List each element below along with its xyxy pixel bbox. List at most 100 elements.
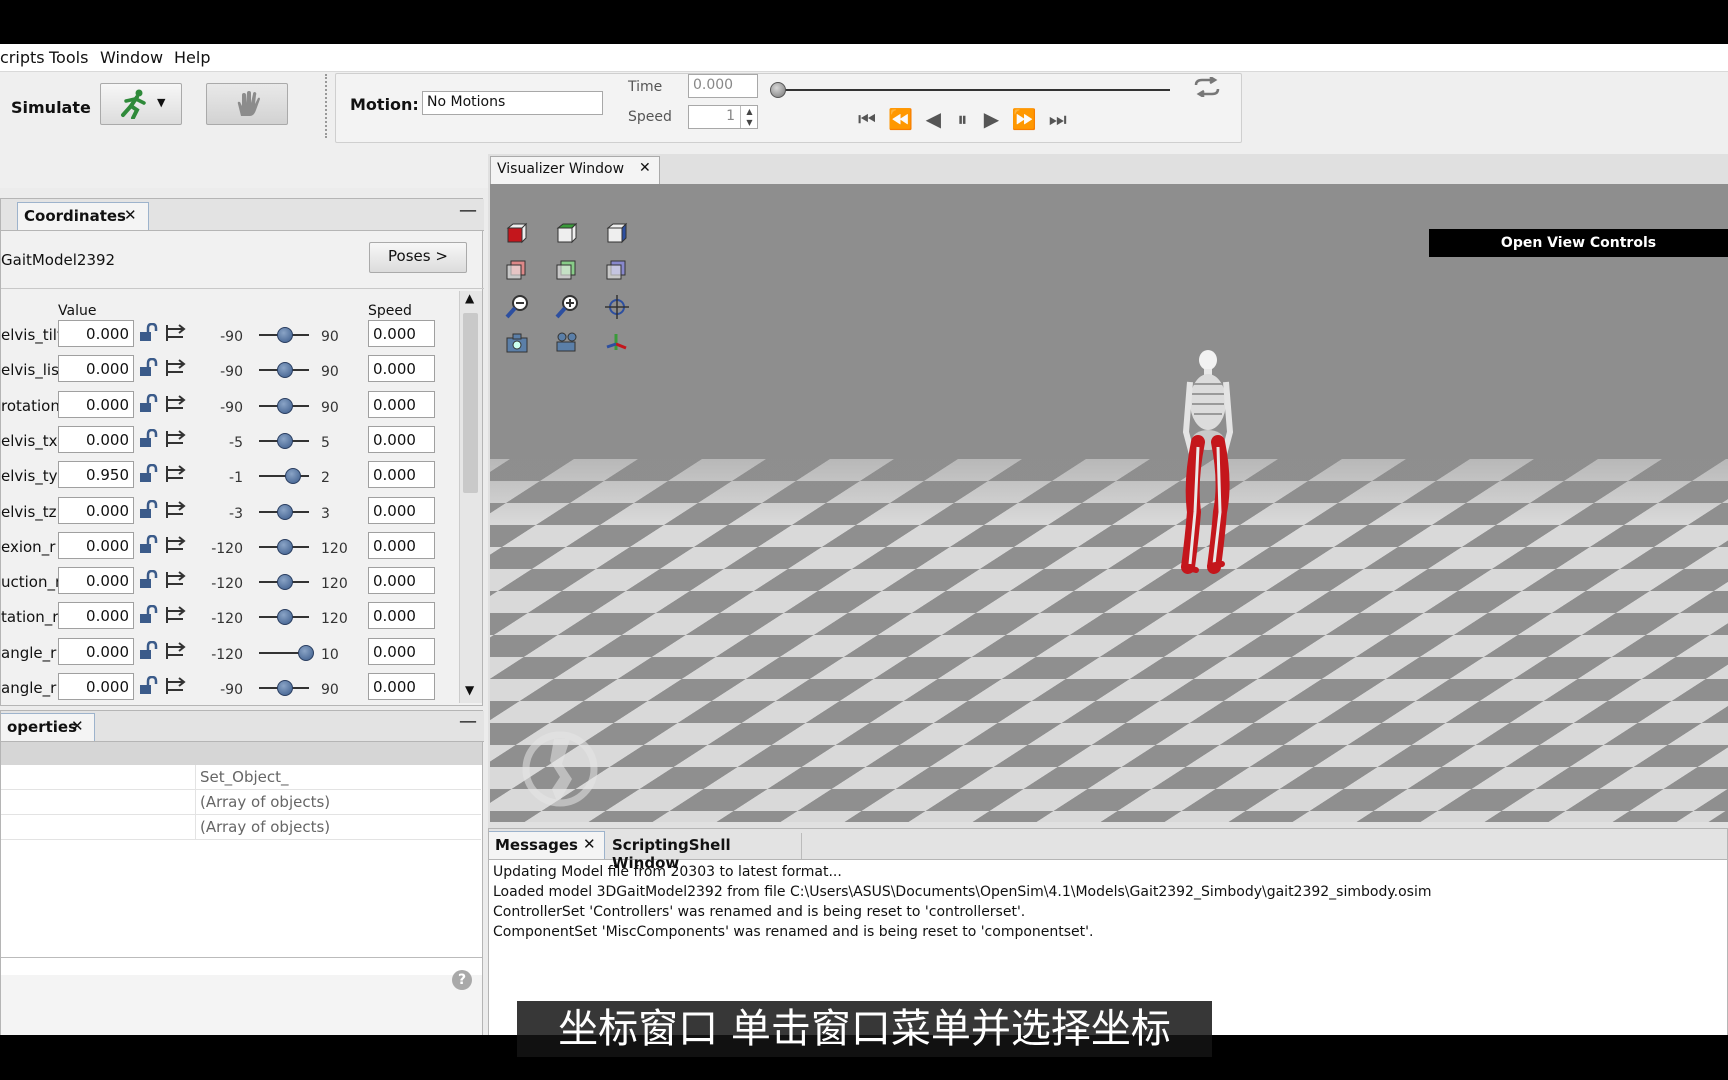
coordinate-speed-field[interactable]: 0.000: [368, 425, 435, 453]
coordinate-speed-field[interactable]: 0.000: [368, 355, 435, 383]
axes-icon[interactable]: [604, 330, 628, 354]
front-view-icon[interactable]: [504, 222, 528, 246]
play-icon[interactable]: ▶: [984, 107, 999, 131]
coordinate-speed-field[interactable]: 0.000: [368, 567, 435, 595]
motion-select[interactable]: No Motions: [422, 91, 603, 115]
tab-visualizer[interactable]: Visualizer Window ✕: [490, 156, 660, 184]
coordinate-speed-field[interactable]: 0.000: [368, 390, 435, 418]
coordinate-speed-field[interactable]: 0.000: [368, 320, 435, 347]
coordinate-value-field[interactable]: 0.000: [58, 567, 134, 595]
clamp-icon[interactable]: [163, 641, 189, 661]
lock-icon[interactable]: [138, 605, 160, 625]
clamp-icon[interactable]: [163, 429, 189, 449]
coordinate-speed-field[interactable]: 0.000: [368, 531, 435, 559]
top-view-icon[interactable]: [554, 222, 578, 246]
pause-icon[interactable]: ⏸: [957, 107, 967, 131]
tab-scripting-shell[interactable]: ScriptingShell Window: [606, 833, 802, 872]
back-view-icon[interactable]: [504, 258, 528, 282]
menu-window[interactable]: Window: [100, 48, 163, 67]
spinner-arrows-icon[interactable]: ▲ ▼: [740, 106, 758, 128]
lock-icon[interactable]: [138, 570, 160, 590]
slider-knob[interactable]: [277, 362, 293, 379]
coordinate-value-field[interactable]: 0.000: [58, 320, 134, 347]
coordinate-value-field[interactable]: 0.000: [58, 602, 134, 630]
lock-icon[interactable]: [138, 323, 160, 343]
slider-knob[interactable]: [277, 609, 293, 626]
close-icon[interactable]: ✕: [583, 835, 596, 853]
slider-knob[interactable]: [277, 574, 293, 591]
play-reverse-icon[interactable]: ◀: [926, 107, 941, 131]
lock-icon[interactable]: [138, 464, 160, 484]
slider-knob[interactable]: [284, 468, 301, 485]
scroll-up-icon[interactable]: ▲: [465, 291, 474, 305]
other-side-view-icon[interactable]: [604, 258, 628, 282]
time-slider-knob[interactable]: [770, 82, 786, 98]
lock-icon[interactable]: [138, 393, 160, 414]
clamp-icon[interactable]: [163, 358, 189, 378]
skip-to-start-icon[interactable]: ⏮: [858, 107, 876, 131]
clamp-icon[interactable]: [163, 676, 189, 696]
coordinate-value-field[interactable]: 0.000: [58, 637, 134, 665]
clamp-icon[interactable]: [163, 570, 189, 590]
fit-view-icon[interactable]: [604, 294, 629, 319]
menu-scripts[interactable]: cripts: [0, 48, 45, 67]
slider-knob[interactable]: [277, 397, 293, 414]
minimize-icon[interactable]: —: [459, 200, 477, 221]
clamp-icon[interactable]: [163, 535, 189, 555]
slider-knob[interactable]: [277, 327, 293, 343]
scroll-down-icon[interactable]: ▼: [465, 683, 474, 697]
time-field[interactable]: 0.000: [688, 74, 758, 98]
coordinate-value-field[interactable]: 0.000: [58, 673, 134, 700]
run-simulation-button[interactable]: ▼: [100, 83, 182, 125]
coordinate-speed-field[interactable]: 0.000: [368, 461, 435, 489]
open-view-controls-button[interactable]: Open View Controls: [1429, 229, 1728, 257]
lock-icon[interactable]: [138, 534, 160, 555]
coordinate-value-field[interactable]: 0.000: [58, 531, 134, 559]
close-icon[interactable]: ✕: [124, 206, 137, 224]
menu-help[interactable]: Help: [174, 48, 210, 67]
slider-knob[interactable]: [277, 432, 293, 449]
slider-knob[interactable]: [277, 503, 293, 520]
zoom-in-icon[interactable]: [554, 294, 578, 319]
coordinate-speed-field[interactable]: 0.000: [368, 602, 435, 630]
lock-icon[interactable]: [138, 640, 160, 661]
slider-knob[interactable]: [277, 538, 293, 555]
slider-knob[interactable]: [298, 644, 314, 661]
clamp-icon[interactable]: [163, 394, 189, 414]
coordinate-value-field[interactable]: 0.000: [58, 425, 134, 453]
lock-icon[interactable]: [138, 358, 160, 378]
lock-icon[interactable]: [138, 428, 160, 449]
table-row[interactable]: (Array of objects): [1, 815, 481, 840]
side-view-icon[interactable]: [604, 222, 628, 246]
table-row[interactable]: (Array of objects): [1, 790, 481, 815]
coordinates-scrollbar[interactable]: ▲ ▼: [459, 291, 482, 703]
coordinate-value-field[interactable]: 0.000: [58, 355, 134, 383]
bottom-view-icon[interactable]: [554, 258, 578, 282]
close-icon[interactable]: ✕: [71, 717, 84, 735]
close-icon[interactable]: ✕: [639, 160, 651, 176]
slider-knob[interactable]: [277, 680, 293, 696]
scrollbar-thumb[interactable]: [463, 313, 478, 493]
coordinate-speed-field[interactable]: 0.000: [368, 496, 435, 524]
clamp-icon[interactable]: [163, 464, 189, 484]
step-forward-icon[interactable]: ⏩: [1011, 107, 1036, 131]
time-slider-track[interactable]: [776, 89, 1170, 91]
tab-properties[interactable]: operties ✕: [1, 713, 95, 741]
coordinate-speed-field[interactable]: 0.000: [368, 673, 435, 700]
poses-button[interactable]: Poses >: [369, 242, 467, 273]
table-row[interactable]: Set_Object_: [1, 765, 481, 790]
clamp-icon[interactable]: [163, 605, 189, 625]
step-back-icon[interactable]: ⏪: [888, 107, 913, 131]
loop-icon[interactable]: [1192, 77, 1222, 97]
skip-to-end-icon[interactable]: ⏭: [1049, 107, 1067, 131]
coordinate-value-field[interactable]: 0.000: [58, 496, 134, 524]
coordinate-value-field[interactable]: 0.000: [58, 390, 134, 418]
coordinate-value-field[interactable]: 0.950: [58, 461, 134, 489]
help-icon[interactable]: ?: [452, 970, 472, 990]
zoom-out-icon[interactable]: [504, 294, 528, 319]
3d-viewport[interactable]: [490, 184, 1728, 822]
lock-icon[interactable]: [138, 499, 160, 520]
record-movie-icon[interactable]: [554, 330, 578, 354]
lock-icon[interactable]: [138, 676, 160, 696]
tab-coordinates[interactable]: Coordinates ✕: [17, 202, 149, 230]
